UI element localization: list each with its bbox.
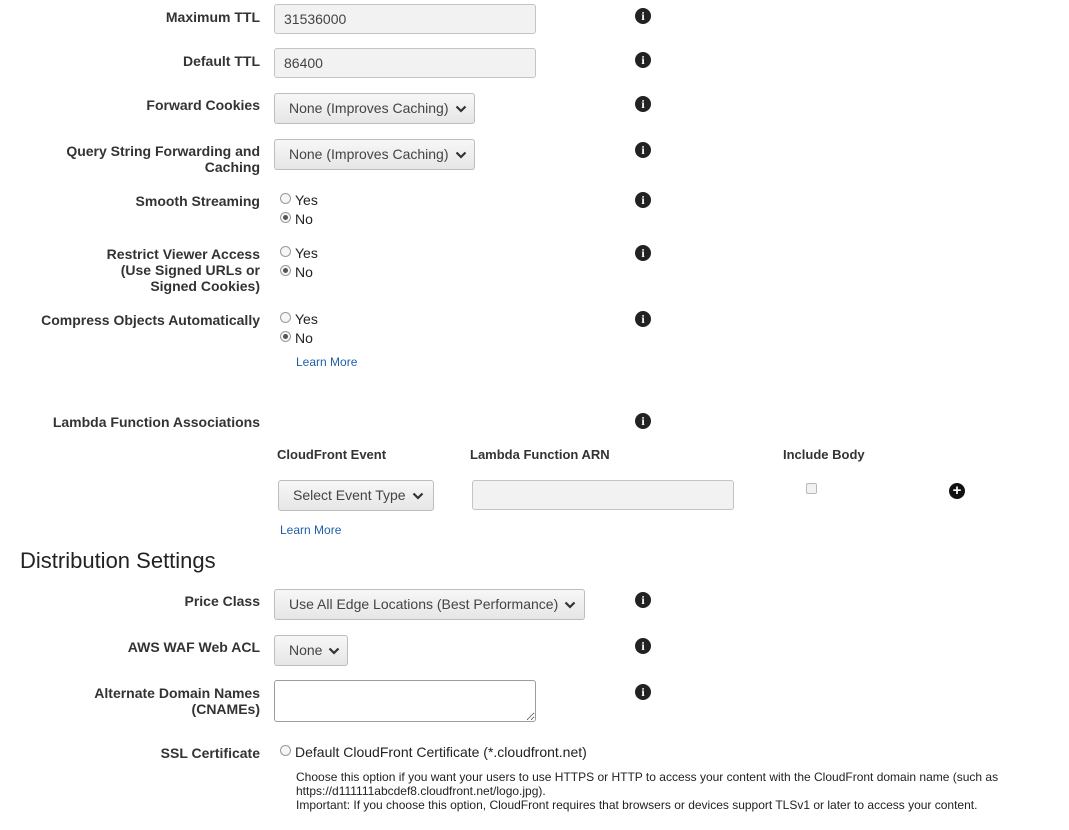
smooth-streaming-no-radio[interactable]: [280, 212, 291, 223]
restrict-viewer-label-line2: (Use Signed URLs or: [120, 262, 260, 278]
ssl-description-line1: Choose this option if you want your user…: [296, 770, 999, 784]
restrict-viewer-label-line1: Restrict Viewer Access: [106, 246, 260, 262]
cnames-label-line2: (CNAMEs): [191, 701, 260, 717]
cnames-label: Alternate Domain Names (CNAMEs): [94, 685, 260, 717]
restrict-viewer-no-label: No: [295, 264, 313, 280]
restrict-viewer-yes-label: Yes: [295, 245, 318, 261]
ssl-description-line2: https://d111111abcdef8.cloudfront.net/lo…: [296, 784, 546, 798]
forward-cookies-label: Forward Cookies: [146, 97, 260, 113]
compress-yes-radio[interactable]: [280, 312, 291, 323]
price-class-select[interactable]: Use All Edge Locations (Best Performance…: [274, 589, 585, 620]
info-icon[interactable]: i: [635, 684, 651, 700]
plus-circle-icon[interactable]: +: [949, 483, 965, 499]
forward-cookies-value: None (Improves Caching): [289, 100, 449, 116]
info-icon[interactable]: i: [635, 245, 651, 261]
max-ttl-input[interactable]: [274, 4, 536, 34]
compress-no-label: No: [295, 330, 313, 346]
smooth-streaming-yes-radio[interactable]: [280, 193, 291, 204]
info-icon[interactable]: i: [635, 638, 651, 654]
restrict-viewer-yes-radio[interactable]: [280, 246, 291, 257]
default-ttl-label: Default TTL: [183, 53, 260, 69]
chevron-down-icon: [564, 602, 576, 609]
include-body-checkbox[interactable]: [806, 483, 817, 494]
lambda-arn-input[interactable]: [472, 480, 734, 510]
waf-label: AWS WAF Web ACL: [127, 639, 260, 655]
ssl-default-radio[interactable]: [280, 745, 291, 756]
chevron-down-icon: [329, 648, 340, 655]
info-icon[interactable]: i: [635, 311, 651, 327]
max-ttl-label: Maximum TTL: [165, 9, 260, 25]
smooth-streaming-yes-label: Yes: [295, 192, 318, 208]
lambda-learn-more-link[interactable]: Learn More: [280, 523, 341, 537]
cnames-textarea[interactable]: [274, 680, 536, 722]
compress-yes-label: Yes: [295, 311, 318, 327]
compress-learn-more-link[interactable]: Learn More: [296, 355, 357, 369]
distribution-settings-heading: Distribution Settings: [20, 548, 216, 573]
lambda-label: Lambda Function Associations: [52, 414, 260, 430]
chevron-down-icon: [455, 106, 466, 113]
col-cloudfront-event: CloudFront Event: [277, 447, 387, 462]
info-icon[interactable]: i: [635, 8, 651, 24]
info-icon[interactable]: i: [635, 413, 651, 429]
cnames-label-line1: Alternate Domain Names: [94, 685, 260, 701]
compress-label: Compress Objects Automatically: [41, 312, 260, 328]
col-include-body: Include Body: [783, 447, 865, 462]
restrict-viewer-label-line3: Signed Cookies): [150, 278, 260, 294]
info-icon[interactable]: i: [635, 142, 651, 158]
query-string-label-line1: Query String Forwarding and: [66, 143, 260, 159]
default-ttl-input[interactable]: [274, 48, 536, 78]
waf-value: None: [289, 642, 323, 658]
info-icon[interactable]: i: [635, 52, 651, 68]
query-string-label: Query String Forwarding and Caching: [66, 143, 260, 175]
price-class-value: Use All Edge Locations (Best Performance…: [289, 596, 559, 612]
restrict-viewer-label: Restrict Viewer Access (Use Signed URLs …: [107, 246, 260, 294]
forward-cookies-select[interactable]: None (Improves Caching): [274, 93, 475, 124]
query-string-value: None (Improves Caching): [289, 146, 449, 162]
chevron-down-icon: [412, 493, 423, 500]
chevron-down-icon: [455, 152, 466, 159]
info-icon[interactable]: i: [635, 192, 651, 208]
ssl-label: SSL Certificate: [160, 745, 260, 761]
ssl-description-line3: Important: If you choose this option, Cl…: [296, 798, 978, 812]
event-type-select[interactable]: Select Event Type: [278, 480, 434, 511]
event-type-value: Select Event Type: [293, 487, 406, 503]
query-string-select[interactable]: None (Improves Caching): [274, 139, 475, 170]
smooth-streaming-label: Smooth Streaming: [135, 193, 260, 209]
smooth-streaming-no-label: No: [295, 211, 313, 227]
waf-select[interactable]: None: [274, 635, 348, 666]
info-icon[interactable]: i: [635, 96, 651, 112]
col-lambda-arn: Lambda Function ARN: [470, 447, 610, 462]
restrict-viewer-no-radio[interactable]: [280, 265, 291, 276]
compress-no-radio[interactable]: [280, 331, 291, 342]
query-string-label-line2: Caching: [204, 159, 260, 175]
price-class-label: Price Class: [184, 593, 261, 609]
info-icon[interactable]: i: [635, 592, 651, 608]
ssl-default-label: Default CloudFront Certificate (*.cloudf…: [295, 744, 587, 760]
